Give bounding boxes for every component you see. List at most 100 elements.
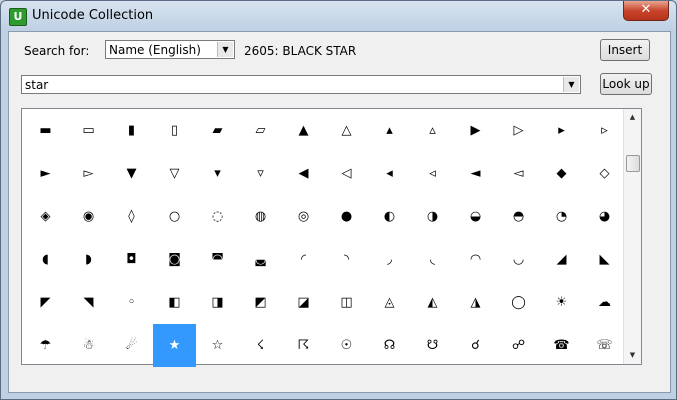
char-cell[interactable]: ◑	[411, 195, 454, 238]
char-cell[interactable]: ◥	[67, 281, 110, 324]
char-cell[interactable]: ◝	[325, 238, 368, 281]
char-cell[interactable]: ◯	[497, 281, 540, 324]
char-cell[interactable]: ○	[153, 195, 196, 238]
char-cell[interactable]: ◄	[454, 152, 497, 195]
char-cell[interactable]: ◊	[110, 195, 153, 238]
char-cell[interactable]: ☍	[497, 324, 540, 367]
char-cell[interactable]: ◭	[411, 281, 454, 324]
character-grid: ▬ ▭ ▮ ▯ ▰ ▱ ▲ △ ▴ ▵ ▶ ▷ ▸ ▹ ► ▻ ▼ ▽ ▾ ▿ ◀ ◁ ◂ ◃ ◄ ◅ ◆ ◇ ◈ ◉ ◊ ○ ◌ ◍ ◎ ● ◐ ◑ ◒ ◓…	[22, 109, 626, 367]
char-cell[interactable]: ◧	[153, 281, 196, 324]
char-cell[interactable]: ▾	[196, 152, 239, 195]
scroll-down-arrow-icon[interactable]: ▼	[624, 347, 641, 364]
char-cell[interactable]: ◓	[497, 195, 540, 238]
char-cell[interactable]: ●	[325, 195, 368, 238]
char-cell[interactable]: ◂	[368, 152, 411, 195]
char-cell[interactable]: ▷	[497, 109, 540, 152]
char-cell[interactable]: ◍	[239, 195, 282, 238]
char-cell[interactable]: ◜	[282, 238, 325, 281]
char-cell[interactable]: ◫	[325, 281, 368, 324]
char-cell[interactable]: ◤	[24, 281, 67, 324]
char-cell[interactable]: ☄	[110, 324, 153, 367]
char-cell[interactable]: ▹	[583, 109, 626, 152]
char-cell[interactable]: ▵	[411, 109, 454, 152]
vertical-scrollbar[interactable]: ▲ ▼	[623, 109, 641, 364]
char-cell[interactable]: ◛	[239, 238, 282, 281]
char-cell[interactable]: ◅	[497, 152, 540, 195]
char-cell[interactable]: ◬	[368, 281, 411, 324]
char-cell[interactable]: ▶	[454, 109, 497, 152]
char-cell[interactable]: ▭	[67, 109, 110, 152]
char-cell[interactable]: ◣	[583, 238, 626, 281]
char-cell[interactable]: ▱	[239, 109, 282, 152]
close-button[interactable]: ✕	[623, 1, 669, 21]
char-cell[interactable]: ☏	[583, 324, 626, 367]
unicode-collection-window: U Unicode Collection ✕ Search for: Name …	[0, 0, 677, 400]
char-cell[interactable]: ▯	[153, 109, 196, 152]
char-cell[interactable]: ☀	[540, 281, 583, 324]
char-cell[interactable]: ☃	[67, 324, 110, 367]
char-cell[interactable]: ▬	[24, 109, 67, 152]
char-cell[interactable]: ◞	[368, 238, 411, 281]
char-cell[interactable]: ◈	[24, 195, 67, 238]
char-cell[interactable]: ◪	[282, 281, 325, 324]
char-cell[interactable]: ◙	[153, 238, 196, 281]
chevron-down-icon[interactable]: ▼	[563, 77, 579, 92]
char-cell[interactable]: ◢	[540, 238, 583, 281]
char-cell[interactable]: ◎	[282, 195, 325, 238]
char-cell[interactable]: ◮	[454, 281, 497, 324]
search-mode-select[interactable]: Name (English) ▼	[105, 40, 235, 59]
char-cell[interactable]: ▰	[196, 109, 239, 152]
char-cell[interactable]: ★	[153, 324, 196, 367]
char-cell[interactable]: △	[325, 109, 368, 152]
title-bar[interactable]: U Unicode Collection ✕	[1, 1, 676, 31]
char-cell[interactable]: ☁	[583, 281, 626, 324]
char-cell[interactable]: ▴	[368, 109, 411, 152]
char-cell[interactable]: ◟	[411, 238, 454, 281]
chevron-down-icon[interactable]: ▼	[217, 42, 233, 57]
char-cell[interactable]: ◀	[282, 152, 325, 195]
char-cell[interactable]: ◃	[411, 152, 454, 195]
char-cell[interactable]: ▿	[239, 152, 282, 195]
char-cell[interactable]: ◩	[239, 281, 282, 324]
char-cell[interactable]: ☉	[325, 324, 368, 367]
char-cell[interactable]: ◉	[67, 195, 110, 238]
char-cell[interactable]: ☆	[196, 324, 239, 367]
char-cell[interactable]: ☎	[540, 324, 583, 367]
char-cell[interactable]: ◗	[67, 238, 110, 281]
char-cell[interactable]: ◔	[540, 195, 583, 238]
search-input[interactable]: star ▼	[21, 75, 581, 94]
char-cell[interactable]: ☊	[368, 324, 411, 367]
search-mode-value: Name (English)	[109, 43, 201, 57]
char-cell[interactable]: ◦	[110, 281, 153, 324]
char-cell[interactable]: ◇	[583, 152, 626, 195]
char-cell[interactable]: ◕	[583, 195, 626, 238]
char-cell[interactable]: ▮	[110, 109, 153, 152]
char-cell[interactable]: ◨	[196, 281, 239, 324]
char-cell[interactable]: ◐	[368, 195, 411, 238]
char-cell[interactable]: ◡	[497, 238, 540, 281]
char-cell[interactable]: ☈	[282, 324, 325, 367]
char-cell[interactable]: ►	[24, 152, 67, 195]
char-cell[interactable]: ◁	[325, 152, 368, 195]
char-cell[interactable]: ▻	[67, 152, 110, 195]
insert-button[interactable]: Insert	[600, 39, 650, 61]
char-cell[interactable]: ▲	[282, 109, 325, 152]
char-cell[interactable]: ☌	[454, 324, 497, 367]
char-cell[interactable]: ◠	[454, 238, 497, 281]
char-cell[interactable]: ☇	[239, 324, 282, 367]
char-cell[interactable]: ◒	[454, 195, 497, 238]
char-cell[interactable]: ◖	[24, 238, 67, 281]
char-cell[interactable]: ◘	[110, 238, 153, 281]
char-cell[interactable]: ☂	[24, 324, 67, 367]
look-up-button[interactable]: Look up	[600, 73, 652, 95]
char-cell[interactable]: ◆	[540, 152, 583, 195]
char-cell[interactable]: ▸	[540, 109, 583, 152]
char-cell[interactable]: ▽	[153, 152, 196, 195]
char-cell[interactable]: ☋	[411, 324, 454, 367]
scroll-up-arrow-icon[interactable]: ▲	[624, 109, 641, 126]
char-cell[interactable]: ◚	[196, 238, 239, 281]
char-cell[interactable]: ◌	[196, 195, 239, 238]
character-grid-panel: ▬ ▭ ▮ ▯ ▰ ▱ ▲ △ ▴ ▵ ▶ ▷ ▸ ▹ ► ▻ ▼ ▽ ▾ ▿ ◀ ◁ ◂ ◃ ◄ ◅ ◆ ◇ ◈ ◉ ◊ ○ ◌ ◍ ◎ ● ◐ ◑ ◒ ◓…	[21, 108, 642, 367]
scrollbar-thumb[interactable]	[626, 155, 640, 172]
char-cell[interactable]: ▼	[110, 152, 153, 195]
